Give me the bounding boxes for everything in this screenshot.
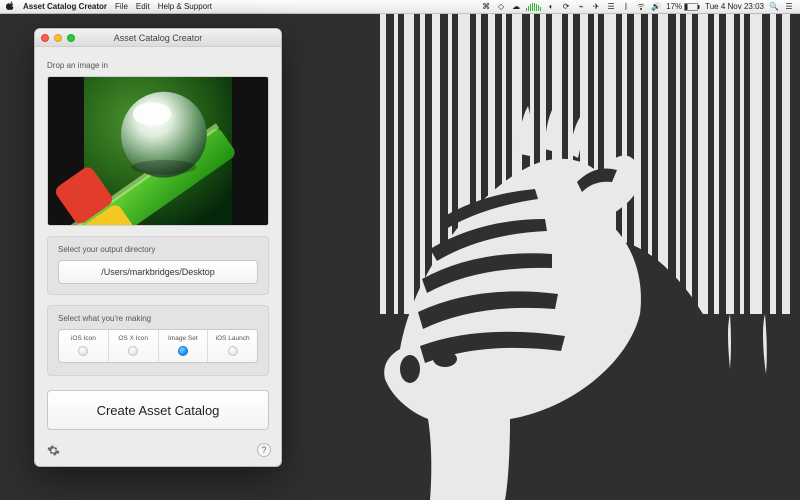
battery-indicator[interactable]: 17% (666, 2, 700, 11)
image-drop-zone[interactable] (47, 76, 269, 226)
wifi-icon[interactable] (636, 2, 646, 12)
menu-app-name[interactable]: Asset Catalog Creator (23, 2, 107, 11)
option-label: iOS Icon (71, 335, 96, 342)
app-window: Asset Catalog Creator Drop an image in (34, 28, 282, 467)
battery-pct: 17% (666, 2, 682, 11)
menu-file[interactable]: File (115, 2, 128, 11)
option-ios-icon[interactable]: iOS Icon (59, 330, 109, 362)
menu-extra-5-icon[interactable]: ✈ (591, 2, 601, 12)
select-label: Select what you're making (58, 314, 258, 323)
apple-menu-icon[interactable] (6, 1, 15, 12)
bluetooth-icon[interactable]: ᛒ (621, 2, 631, 12)
radio-dot (78, 346, 88, 356)
desktop-wallpaper (370, 14, 800, 500)
desktop: Asset Catalog Creator File Edit Help & S… (0, 0, 800, 500)
help-button[interactable]: ? (257, 443, 271, 457)
option-label: Image Set (168, 335, 198, 342)
window-minimize-button[interactable] (54, 34, 62, 42)
menu-edit[interactable]: Edit (136, 2, 150, 11)
create-asset-catalog-button[interactable]: Create Asset Catalog (47, 390, 269, 430)
output-directory-button[interactable]: /Users/markbridges/Desktop (58, 260, 258, 284)
notification-center-icon[interactable]: ☰ (784, 2, 794, 12)
option-osx-icon[interactable]: OS X Icon (109, 330, 159, 362)
menu-extra-4-icon[interactable]: ⌁ (576, 2, 586, 12)
asset-type-group: Select what you're making iOS Icon OS X … (47, 305, 269, 376)
menu-clock[interactable]: Tue 4 Nov 23:03 (705, 2, 764, 11)
option-ios-launch[interactable]: iOS Launch (208, 330, 257, 362)
drop-label: Drop an image in (47, 61, 269, 70)
radio-dot (178, 346, 188, 356)
menu-extra-3-icon[interactable]: ⟳ (561, 2, 571, 12)
menu-extra-6-icon[interactable]: ☰ (606, 2, 616, 12)
window-titlebar[interactable]: Asset Catalog Creator (35, 29, 281, 47)
output-directory-group: Select your output directory /Users/mark… (47, 236, 269, 295)
window-close-button[interactable] (41, 34, 49, 42)
audio-eq-icon[interactable] (526, 3, 541, 11)
output-label: Select your output directory (58, 245, 258, 254)
option-image-set[interactable]: Image Set (159, 330, 209, 362)
menu-help[interactable]: Help & Support (158, 2, 212, 11)
menu-extra-2-icon[interactable]: ◐ (546, 2, 556, 12)
settings-gear-icon[interactable] (45, 442, 61, 458)
window-zoom-button[interactable] (67, 34, 75, 42)
menu-bar: Asset Catalog Creator File Edit Help & S… (0, 0, 800, 14)
option-label: iOS Launch (216, 335, 250, 342)
option-label: OS X Icon (118, 335, 148, 342)
radio-dot (128, 346, 138, 356)
asset-type-segmented: iOS Icon OS X Icon Image Set iOS Launch (58, 329, 258, 363)
spotlight-icon[interactable]: 🔍 (769, 2, 779, 12)
menu-extra-icon[interactable]: ⌘ (481, 2, 491, 12)
cloud-icon[interactable]: ☁ (511, 2, 521, 12)
dropbox-icon[interactable]: ◇ (496, 2, 506, 12)
radio-dot (228, 346, 238, 356)
volume-icon[interactable]: 🔊 (651, 2, 661, 12)
